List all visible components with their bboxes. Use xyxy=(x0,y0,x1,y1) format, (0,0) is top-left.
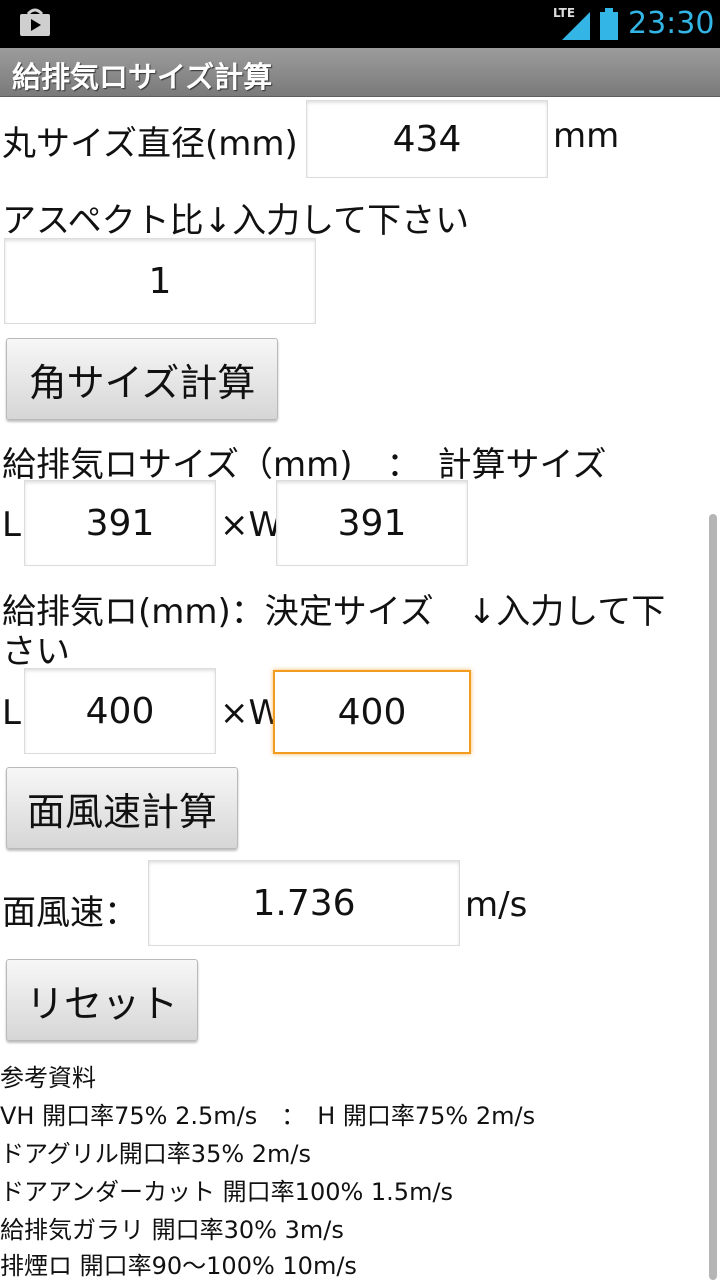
round-size-unit: mm xyxy=(553,116,620,156)
reference-line: 排煙ロ 開口率90～100% 10m/s xyxy=(0,1252,357,1280)
reference-line: ドアアンダーカット 開口率100% 1.5m/s xyxy=(0,1178,454,1206)
play-store-icon xyxy=(20,8,50,36)
decided-l-input[interactable]: 400 xyxy=(24,668,216,754)
calc-size-label: 給排気ロサイズ（mm) ： 計算サイズ xyxy=(2,445,607,485)
battery-icon xyxy=(600,8,618,40)
reference-line: ドアグリル開口率35% 2m/s xyxy=(0,1140,312,1168)
face-velocity-unit: m/s xyxy=(465,885,528,925)
face-velocity-label: 面風速： xyxy=(2,893,138,933)
face-velocity-output[interactable]: 1.736 xyxy=(148,860,460,946)
reference-line: VH 開口率75% 2.5m/s ： H 開口率75% 2m/s xyxy=(0,1102,536,1130)
decided-w-input[interactable]: 400 xyxy=(273,670,471,754)
aspect-label: アスペクト比↓入力して下さい xyxy=(2,201,470,241)
scrollbar[interactable] xyxy=(709,514,717,1280)
aspect-input[interactable]: 1 xyxy=(4,238,316,324)
square-size-calc-button[interactable]: 角サイズ計算 xyxy=(6,338,278,420)
title-bar: 給排気ロサイズ計算 xyxy=(0,48,720,97)
decided-size-label-line2: さい xyxy=(2,632,70,672)
calc-l-label: L xyxy=(2,505,21,545)
round-size-label: 丸サイズ直径(mm) xyxy=(2,124,298,164)
decided-l-label: L xyxy=(2,693,21,733)
app-title: 給排気ロサイズ計算 xyxy=(12,60,273,94)
face-velocity-calc-button[interactable]: 面風速計算 xyxy=(6,767,238,849)
signal-icon xyxy=(562,12,590,40)
reference-line: 給排気ガラリ 開口率30% 3m/s xyxy=(0,1216,344,1244)
clock: 23:30 xyxy=(628,6,715,41)
decided-size-label-line1: 給排気ロ(mm)：決定サイズ ↓入力して下 xyxy=(2,592,666,632)
round-size-input[interactable]: 434 xyxy=(306,100,548,178)
calc-l-input[interactable]: 391 xyxy=(24,480,216,566)
calc-w-input[interactable]: 391 xyxy=(276,480,468,566)
reference-heading: 参考資料 xyxy=(0,1064,96,1092)
reset-button[interactable]: リセット xyxy=(6,959,198,1041)
calc-w-label: ×W xyxy=(220,505,283,545)
status-bar: LTE 23:30 xyxy=(0,0,720,48)
